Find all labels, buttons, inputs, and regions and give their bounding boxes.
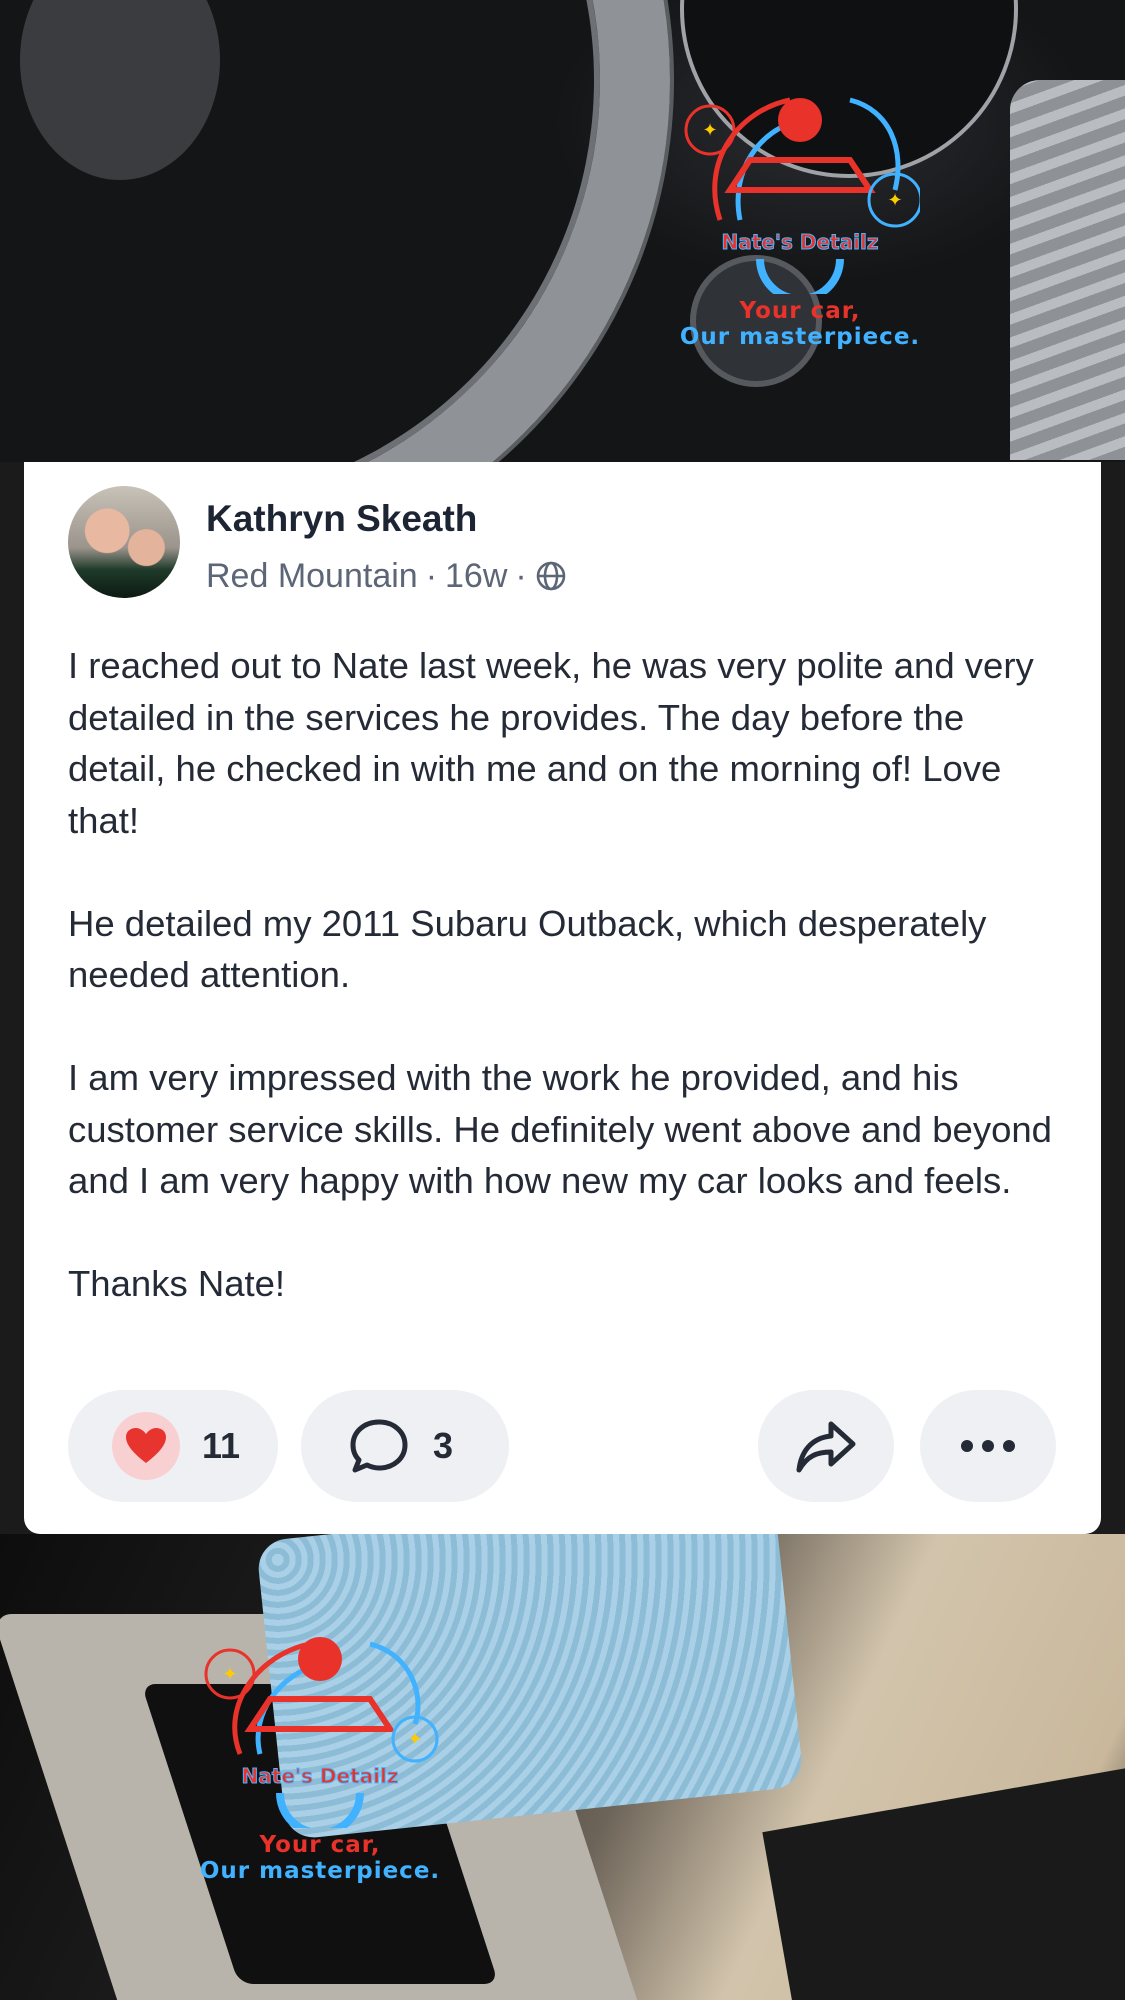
logo-tagline-1: Your car, xyxy=(739,298,861,324)
post-paragraph: Thanks Nate! xyxy=(68,1263,286,1304)
watermark-logo-top: ✦ ✦ Nate's Detailz Your car, Our masterp… xyxy=(630,70,970,350)
logo-gear-icon xyxy=(756,258,844,303)
post-time: 16w xyxy=(445,556,508,595)
post-paragraph: He detailed my 2011 Subaru Outback, whic… xyxy=(68,902,987,996)
top-photo: ✦ ✦ Nate's Detailz Your car, Our masterp… xyxy=(0,0,1125,462)
globe-icon xyxy=(536,561,566,591)
meta-separator: · xyxy=(425,556,438,595)
logo-tagline-2: Our masterpiece. xyxy=(199,1858,441,1884)
svg-text:✦: ✦ xyxy=(407,1729,422,1750)
post-body: I reached out to Nate last week, he was … xyxy=(68,640,1068,1361)
author-name[interactable]: Kathryn Skeath xyxy=(206,498,477,540)
logo-brand: Nate's Detailz xyxy=(721,230,879,255)
more-dots-icon xyxy=(961,1440,1015,1452)
comment-button[interactable]: 3 xyxy=(301,1390,509,1502)
avatar[interactable] xyxy=(68,486,180,598)
like-count: 11 xyxy=(202,1425,241,1466)
logo-tagline-2: Our masterpiece. xyxy=(679,324,921,350)
logo-brand: Nate's Detailz xyxy=(241,1764,399,1789)
logo-car-icon: ✦ ✦ xyxy=(684,97,920,228)
more-options-button[interactable] xyxy=(920,1390,1056,1502)
bottom-photo: ✦ ✦ Nate's Detailz Your car, Our masterp… xyxy=(0,1534,1125,2000)
svg-text:✦: ✦ xyxy=(887,190,902,211)
svg-text:✦: ✦ xyxy=(222,1664,237,1685)
logo-car-icon: ✦ ✦ xyxy=(204,1637,439,1763)
logo-gear-icon xyxy=(276,1792,364,1837)
post-paragraph: I am very impressed with the work he pro… xyxy=(68,1057,1052,1201)
comment-count: 3 xyxy=(433,1425,454,1466)
floor-mat xyxy=(762,1759,1125,2000)
post-card: Kathryn Skeath Red Mountain · 16w · I re… xyxy=(24,462,1101,1534)
share-button[interactable] xyxy=(758,1390,894,1502)
meta-separator: · xyxy=(515,556,527,595)
heart-icon xyxy=(112,1412,180,1480)
post-location: Red Mountain xyxy=(206,556,418,595)
share-arrow-icon xyxy=(796,1421,856,1473)
like-button[interactable]: 11 xyxy=(68,1390,278,1502)
logo-tagline-1: Your car, xyxy=(259,1832,381,1858)
action-bar: 11 3 xyxy=(68,1390,1058,1502)
svg-text:✦: ✦ xyxy=(702,120,717,141)
post-meta: Red Mountain · 16w · xyxy=(206,556,567,596)
watermark-logo-bottom: ✦ ✦ Nate's Detailz Your car, Our masterp… xyxy=(150,1614,490,1884)
post-paragraph: I reached out to Nate last week, he was … xyxy=(68,645,1034,841)
dash-vent xyxy=(1010,80,1125,460)
speech-bubble-icon xyxy=(350,1419,408,1473)
